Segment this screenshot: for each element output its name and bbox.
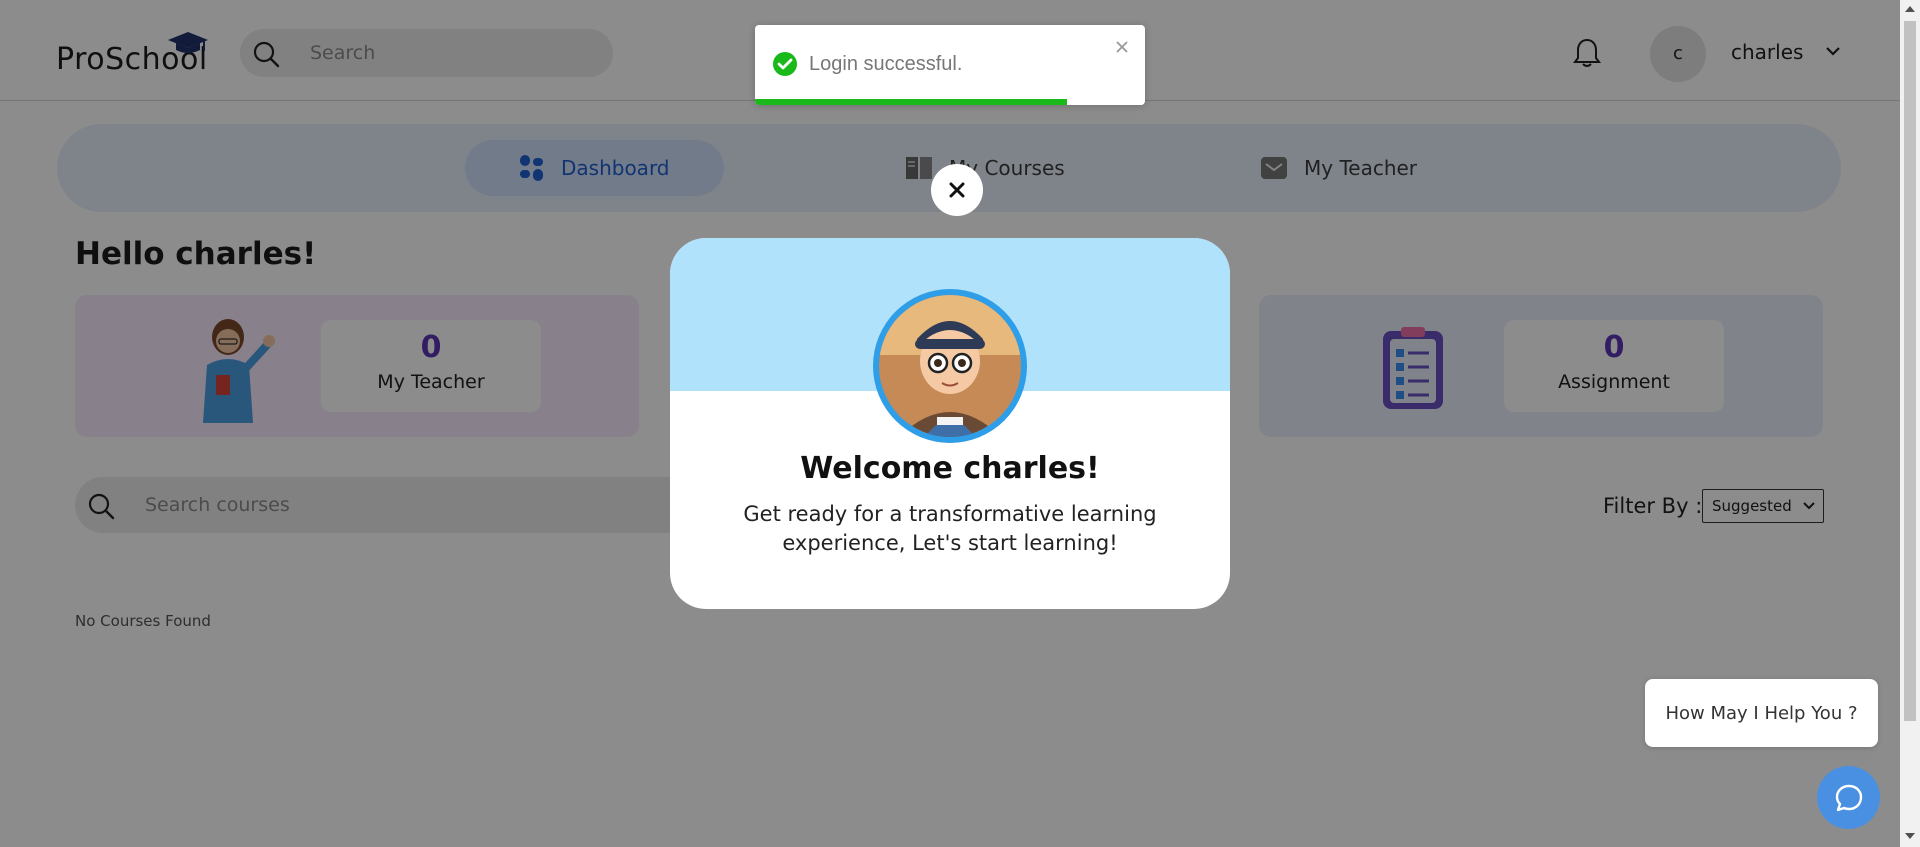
- chat-bubble-icon: [1835, 784, 1862, 811]
- scroll-up-arrow[interactable]: [1905, 6, 1915, 12]
- scrollbar-thumb[interactable]: [1904, 21, 1916, 721]
- close-icon[interactable]: [1115, 40, 1129, 54]
- chat-button[interactable]: [1817, 766, 1880, 829]
- toast-progress-bar: [755, 99, 1067, 105]
- student-avatar-image: [879, 295, 1021, 437]
- student-avatar: [873, 289, 1027, 443]
- welcome-modal: Welcome charles! Get ready for a transfo…: [670, 238, 1230, 609]
- check-circle-icon: [773, 52, 797, 76]
- help-bubble-text: How May I Help You ?: [1665, 702, 1858, 724]
- page-scrollbar[interactable]: [1900, 0, 1920, 847]
- scroll-down-arrow[interactable]: [1905, 833, 1915, 839]
- login-toast: Login successful.: [755, 25, 1145, 105]
- help-bubble[interactable]: How May I Help You ?: [1645, 679, 1878, 747]
- modal-close-button[interactable]: [931, 164, 983, 216]
- close-icon: [949, 182, 965, 198]
- toast-message: Login successful.: [809, 53, 963, 75]
- welcome-title: Welcome charles!: [800, 451, 1100, 486]
- welcome-message: Get ready for a transformative learning …: [743, 502, 1157, 555]
